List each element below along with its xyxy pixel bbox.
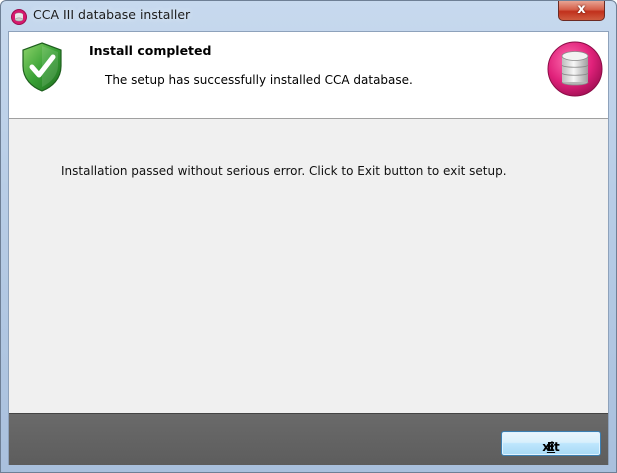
close-button[interactable]: x <box>558 1 605 21</box>
database-logo-icon <box>547 41 603 97</box>
close-icon: x <box>577 2 586 17</box>
exit-label-rest: xit <box>542 440 560 454</box>
header-panel: Install completed The setup has successf… <box>9 32 608 119</box>
header-title: Install completed <box>89 43 212 58</box>
dialog-client-area: Install completed The setup has successf… <box>8 31 609 465</box>
button-bar: Exit <box>9 413 608 465</box>
database-icon <box>11 9 27 25</box>
title-bar[interactable]: CCA III database installer x <box>1 1 616 31</box>
window-title: CCA III database installer <box>33 7 191 22</box>
shield-check-icon <box>22 42 62 92</box>
exit-button[interactable]: Exit <box>501 431 601 456</box>
completion-message: Installation passed without serious erro… <box>61 164 507 178</box>
header-subtitle: The setup has successfully installed CCA… <box>105 73 413 87</box>
installer-window: CCA III database installer x Install com… <box>0 0 617 473</box>
